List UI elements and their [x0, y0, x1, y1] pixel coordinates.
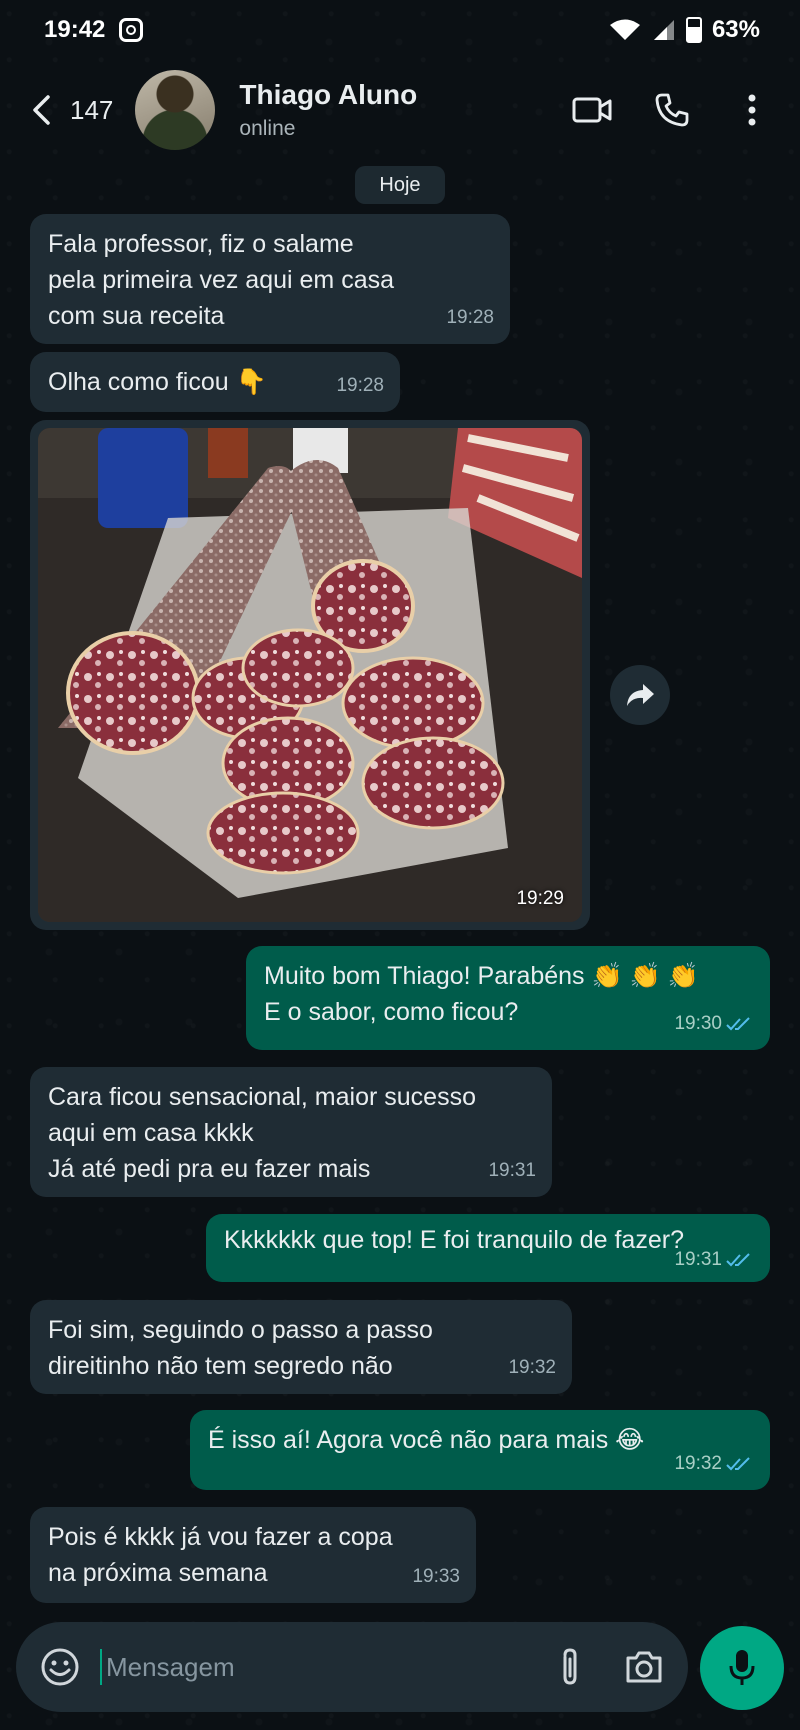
message-time: 19:28 [336, 375, 384, 396]
battery-level: 63% [711, 16, 760, 43]
attach-icon[interactable] [548, 1645, 592, 1689]
message-text: Fala professor, fiz o salame pela primei… [48, 230, 394, 330]
forward-button[interactable] [610, 665, 670, 725]
message-time: 19:30 [674, 1013, 722, 1034]
voice-call-icon[interactable] [652, 90, 692, 130]
message-bubble-incoming[interactable]: Cara ficou sensacional, maior sucesso aq… [30, 1067, 552, 1197]
message-time: 19:31 [674, 1249, 722, 1270]
message-text: Cara ficou sensacional, maior sucesso aq… [48, 1083, 476, 1183]
message-text: É isso aí! Agora você não para mais 😂 [208, 1426, 645, 1454]
message-meta: 19:31 [488, 1153, 536, 1189]
mic-button[interactable] [700, 1626, 784, 1710]
message-meta: 19:31 [674, 1242, 754, 1278]
avatar[interactable] [135, 70, 216, 150]
message-meta: 19:32 [674, 1446, 754, 1482]
forward-icon [627, 684, 654, 706]
header-actions [572, 90, 780, 130]
message-input[interactable] [100, 1649, 548, 1685]
message-time: 19:28 [446, 307, 494, 328]
message-time: 19:32 [674, 1453, 722, 1474]
signal-icon [653, 20, 674, 40]
salami-photo[interactable]: 19:29 [38, 428, 582, 922]
wifi-icon [609, 19, 640, 40]
emoji-icon[interactable] [38, 1645, 82, 1689]
message-bubble-incoming[interactable]: Foi sim, seguindo o passo a passo direit… [30, 1300, 572, 1394]
message-bubble-incoming[interactable]: Olha como ficou 👇 19:28 [30, 352, 400, 412]
battery-icon [685, 17, 702, 43]
message-bubble-incoming[interactable]: Pois é kkkk já vou fazer a copa na próxi… [30, 1507, 476, 1603]
message-meta: 19:28 [336, 368, 384, 404]
status-time: 19:42 [44, 16, 106, 43]
salami-illustration [38, 428, 582, 922]
message-meta: 19:30 [674, 1006, 754, 1042]
contact-name: Thiago Aluno [239, 79, 418, 110]
status-indicators: 63% [608, 16, 760, 44]
message-meta: 19:33 [412, 1559, 460, 1595]
read-ticks-icon [726, 1253, 750, 1267]
menu-icon[interactable] [732, 90, 772, 130]
image-time: 19:29 [516, 888, 564, 909]
video-call-icon[interactable] [572, 90, 612, 130]
message-time: 19:31 [488, 1160, 536, 1181]
message-time: 19:33 [412, 1566, 460, 1587]
message-time: 19:32 [508, 1357, 556, 1378]
mic-icon [729, 1650, 755, 1685]
message-text: Olha como ficou 👇 [48, 368, 267, 396]
unread-count[interactable]: 147 [70, 95, 113, 126]
message-composer [16, 1622, 688, 1712]
camera-icon[interactable] [622, 1645, 666, 1689]
status-bar: 19:42 63% [0, 0, 800, 60]
read-ticks-icon [726, 1017, 750, 1031]
instagram-icon [119, 18, 144, 42]
read-ticks-icon [726, 1457, 750, 1471]
contact-status: online [239, 117, 296, 140]
message-meta: 19:28 [446, 300, 494, 336]
message-text: Pois é kkkk já vou fazer a copa na próxi… [48, 1523, 393, 1587]
message-bubble-outgoing[interactable]: Kkkkkkk que top! E foi tranquilo de faze… [206, 1214, 770, 1282]
image-message[interactable]: 19:29 [30, 420, 590, 930]
date-chip: Hoje [355, 166, 445, 204]
chat-header: 147 Thiago Aluno online [0, 60, 800, 160]
back-icon[interactable] [22, 90, 62, 130]
message-bubble-incoming[interactable]: Fala professor, fiz o salame pela primei… [30, 214, 510, 344]
message-meta: 19:32 [508, 1350, 556, 1386]
message-text: Foi sim, seguindo o passo a passo direit… [48, 1316, 433, 1380]
message-text: Kkkkkkk que top! E foi tranquilo de faze… [224, 1226, 684, 1254]
message-bubble-outgoing[interactable]: É isso aí! Agora você não para mais 😂 19… [190, 1410, 770, 1490]
contact-info[interactable]: Thiago Aluno online [239, 79, 417, 141]
message-bubble-outgoing[interactable]: Muito bom Thiago! Parabéns 👏 👏 👏 E o sab… [246, 946, 770, 1050]
